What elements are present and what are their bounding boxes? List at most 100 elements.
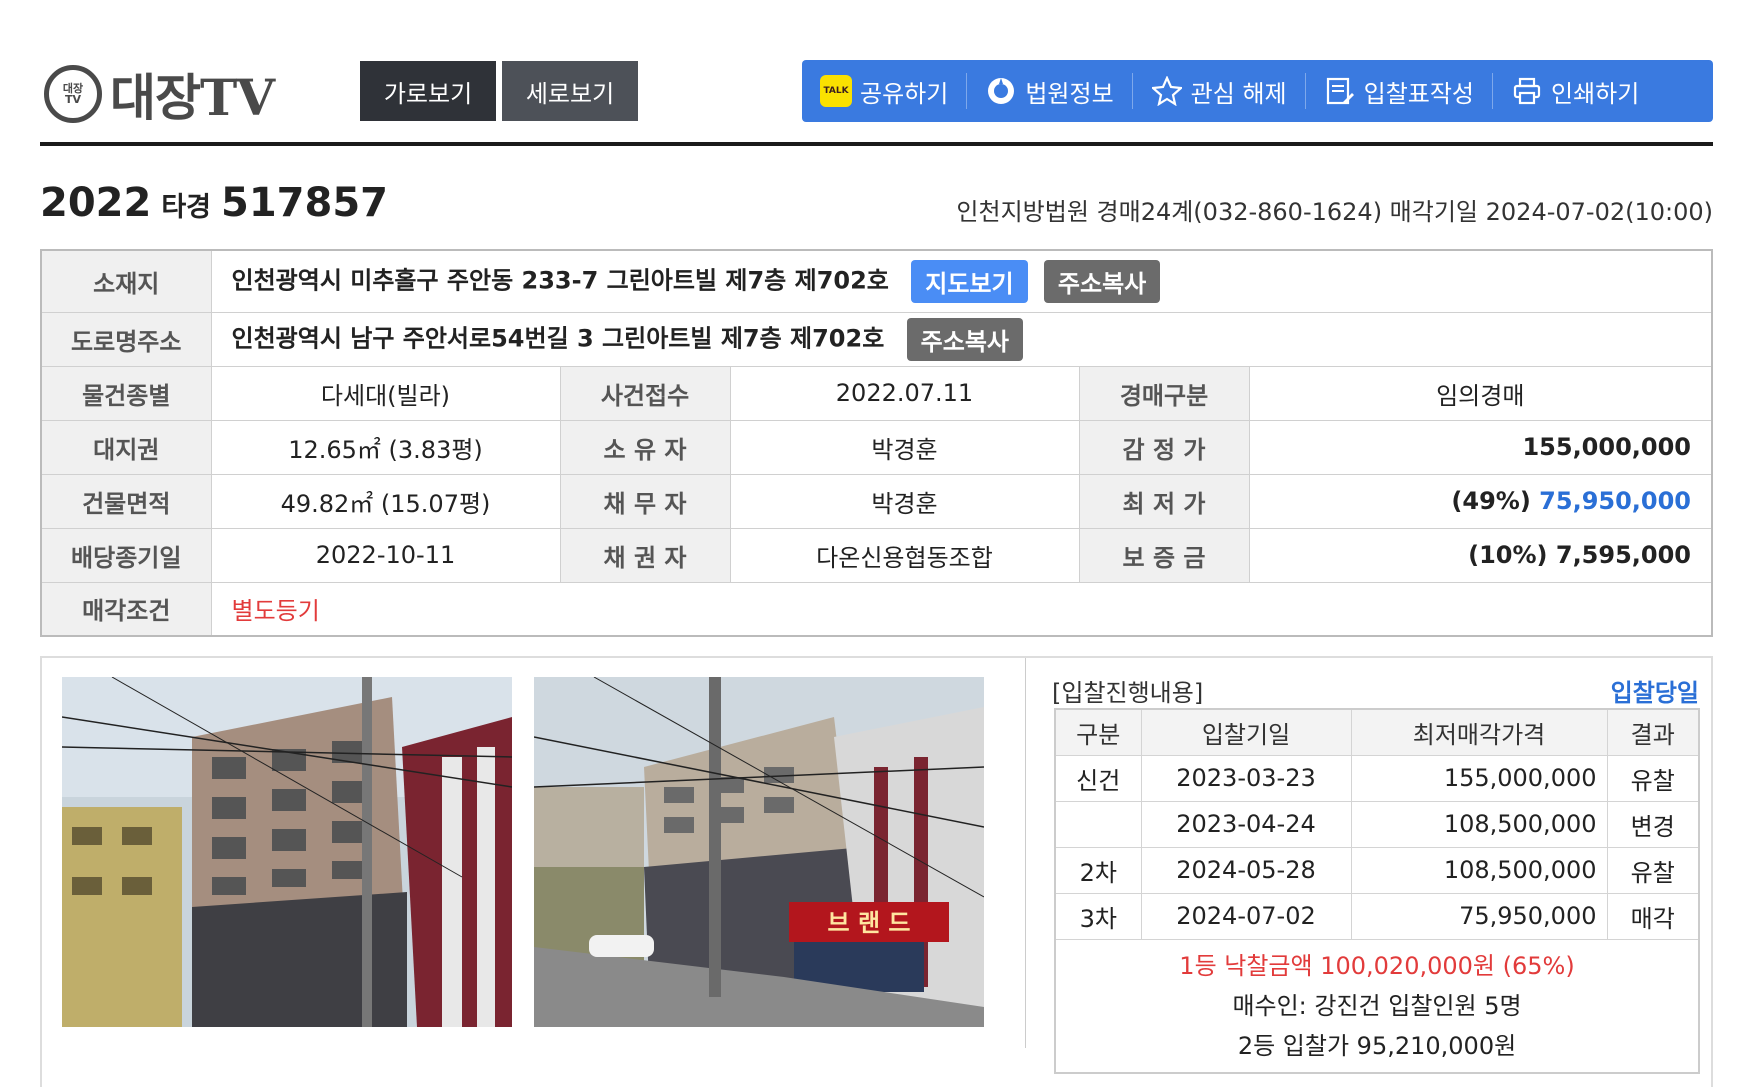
appraisal-label: 감 정 가 (1078, 419, 1250, 475)
bid-min-price: 155,000,000 (1350, 754, 1608, 802)
share-button[interactable]: TALK 공유하기 (802, 73, 968, 109)
road-address-label: 도로명주소 (40, 311, 212, 367)
bid-row: 2차 2024-05-28 108,500,000 유찰 (1054, 846, 1700, 894)
site-logo[interactable]: 대장 TV 대장TV (44, 58, 275, 130)
minimum-price-label: 최 저 가 (1078, 473, 1250, 529)
map-view-button[interactable]: 지도보기 (911, 259, 1028, 303)
property-type-label: 물건종별 (40, 365, 212, 421)
vertical-view-button[interactable]: 세로보기 (502, 61, 638, 121)
court-sale-info: 인천지방법원 경매24계(032-860-1624) 매각기일 2024-07-… (956, 198, 1713, 226)
unwatch-button[interactable]: 관심 해제 (1133, 73, 1306, 109)
deposit-value: (10%) 7,595,000 (1248, 527, 1713, 583)
owner-value: 박경훈 (729, 419, 1080, 475)
photos-and-bids-panel: 브 랜 드 [입찰진행내용] 입찰당일 구분 입찰기일 최저매각가격 결과 신건… (40, 656, 1713, 1087)
land-right-value: 12.65㎡ (3.83평) (210, 419, 561, 475)
bid-header-row: 구분 입찰기일 최저매각가격 결과 (1054, 708, 1700, 756)
unwatch-label: 관심 해제 (1190, 79, 1287, 108)
bid-form-label: 입찰표작성 (1363, 79, 1475, 108)
bid-result: 변경 (1606, 800, 1700, 848)
second-bid-text: 2등 입찰가 95,210,000원 (1237, 1031, 1517, 1060)
bid-round: 3차 (1054, 892, 1142, 940)
road-address: 인천광역시 남구 주안서로54번길 3 그린아트빌 제7층 제702호 (231, 324, 885, 352)
form-edit-icon (1324, 75, 1356, 107)
bid-row: 2023-04-24 108,500,000 변경 (1054, 800, 1700, 848)
result-header: 결과 (1606, 708, 1700, 756)
bid-round: 신건 (1054, 754, 1142, 802)
court-info-label: 법원정보 (1025, 79, 1114, 108)
court-info-button[interactable]: 법원정보 (967, 73, 1133, 109)
auction-type-label: 경매구분 (1078, 365, 1250, 421)
debtor-label: 채 무 자 (559, 473, 731, 529)
creditor-value: 다온신용협동조합 (729, 527, 1080, 583)
bid-today-link[interactable]: 입찰당일 (1611, 673, 1699, 708)
bid-date: 2024-07-02 (1140, 892, 1352, 940)
bid-row: 3차 2024-07-02 75,950,000 매각 (1054, 892, 1700, 940)
location-row: 소재지 인천광역시 미추홀구 주안동 233-7 그린아트빌 제7층 제702호… (40, 249, 1713, 313)
copy-address-button[interactable]: 주소복사 (1043, 259, 1161, 303)
case-serial: 517857 (221, 180, 389, 226)
creditor-label: 채 권 자 (559, 527, 731, 583)
info-row: 건물면적 49.82㎡ (15.07평) 채 무 자 박경훈 최 저 가 (49… (40, 473, 1713, 529)
road-address-cell: 인천광역시 남구 주안서로54번길 3 그린아트빌 제7층 제702호 주소복사 (210, 311, 1713, 367)
location-cell: 인천광역시 미추홀구 주안동 233-7 그린아트빌 제7층 제702호 지도보… (210, 249, 1713, 313)
building-area-label: 건물면적 (40, 473, 212, 529)
star-icon (1151, 75, 1183, 107)
bid-history-title: [입찰진행내용] (1052, 679, 1204, 707)
bid-history-table: 구분 입찰기일 최저매각가격 결과 신건 2023-03-23 155,000,… (1054, 708, 1700, 1074)
shop-sign-text: 브 랜 드 (828, 909, 911, 937)
sale-condition-row: 매각조건 별도등기 (40, 581, 1713, 637)
court-emblem-icon (985, 75, 1017, 107)
case-type: 타경 (161, 192, 212, 223)
bid-summary-cell: 1등 낙찰금액 100,020,000원 (65%) 매수인: 강진건 입찰인원… (1055, 938, 1699, 1073)
winning-bid-text: 1등 낙찰금액 100,020,000원 (65%) (1179, 951, 1575, 980)
copy-road-address-button[interactable]: 주소복사 (906, 317, 1023, 361)
case-number: 2022 타경 517857 (40, 180, 388, 226)
bid-date: 2023-03-23 (1140, 754, 1352, 802)
appraisal-value: 155,000,000 (1248, 419, 1713, 475)
sale-condition-label: 매각조건 (40, 581, 212, 637)
kakaotalk-icon: TALK (820, 75, 852, 107)
minimum-price-cell: (49%) 75,950,000 (1248, 473, 1713, 529)
minimum-price-percent: (49%) (1451, 487, 1540, 515)
bid-round: 2차 (1054, 846, 1142, 894)
location-address: 인천광역시 미추홀구 주안동 233-7 그린아트빌 제7층 제702호 (231, 266, 889, 295)
bid-result: 유찰 (1606, 846, 1700, 894)
logo-badge-icon: 대장 TV (44, 65, 102, 123)
bid-row: 신건 2023-03-23 155,000,000 유찰 (1054, 754, 1700, 802)
logo-badge-bottom: TV (64, 93, 82, 106)
deposit-label: 보 증 금 (1078, 527, 1250, 583)
info-row: 대지권 12.65㎡ (3.83평) 소 유 자 박경훈 감 정 가 155,0… (40, 419, 1713, 475)
road-address-row: 도로명주소 인천광역시 남구 주안서로54번길 3 그린아트빌 제7층 제702… (40, 311, 1713, 367)
minimum-price-value: 75,950,000 (1539, 487, 1691, 515)
sale-condition-value: 별도등기 (210, 581, 1713, 637)
horizontal-view-button[interactable]: 가로보기 (360, 61, 496, 121)
printer-icon (1511, 75, 1543, 107)
buyer-text: 매수인: 강진건 입찰인원 5명 (1232, 991, 1522, 1020)
land-right-label: 대지권 (40, 419, 212, 475)
bid-round (1054, 800, 1142, 848)
bid-summary-row: 1등 낙찰금액 100,020,000원 (65%) 매수인: 강진건 입찰인원… (1055, 938, 1699, 1073)
debtor-value: 박경훈 (729, 473, 1080, 529)
case-filed-label: 사건접수 (559, 365, 731, 421)
panel-divider (1025, 658, 1026, 1048)
bid-result: 유찰 (1606, 754, 1700, 802)
bid-result: 매각 (1606, 892, 1700, 940)
building-area-value: 49.82㎡ (15.07평) (210, 473, 561, 529)
dividend-deadline-label: 배당종기일 (40, 527, 212, 583)
property-photo-1[interactable] (62, 677, 512, 1027)
bid-date: 2024-05-28 (1140, 846, 1352, 894)
round-header: 구분 (1054, 708, 1142, 756)
bid-form-button[interactable]: 입찰표작성 (1306, 73, 1494, 109)
dividend-deadline-value: 2022-10-11 (210, 527, 561, 583)
info-row: 물건종별 다세대(빌라) 사건접수 2022.07.11 경매구분 임의경매 (40, 365, 1713, 421)
bid-min-price: 75,950,000 (1350, 892, 1608, 940)
owner-label: 소 유 자 (559, 419, 731, 475)
share-label: 공유하기 (860, 79, 949, 108)
property-photo-2[interactable]: 브 랜 드 (534, 677, 984, 1027)
print-button[interactable]: 인쇄하기 (1493, 73, 1657, 109)
action-toolbar: TALK 공유하기 법원정보 관심 해제 입찰표작성 인쇄하기 (802, 60, 1713, 122)
bid-min-price: 108,500,000 (1350, 846, 1608, 894)
print-label: 인쇄하기 (1551, 79, 1640, 108)
location-label: 소재지 (40, 249, 212, 313)
logo-text: 대장TV (110, 68, 275, 127)
